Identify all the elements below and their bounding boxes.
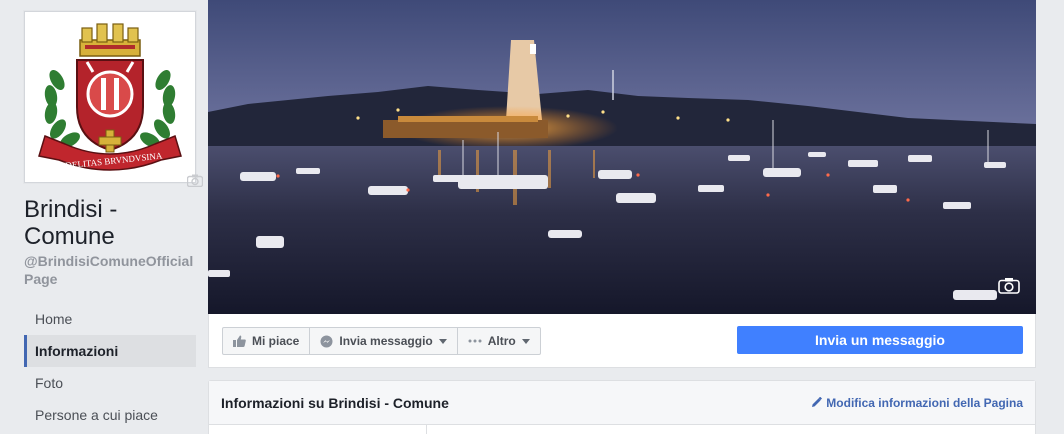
coat-of-arms-logo: FIDELITAS BRVNDVSINA (25, 12, 195, 182)
chevron-down-icon (521, 338, 530, 344)
nav-item-home[interactable]: Home (24, 303, 196, 335)
page-nav: Home Informazioni Foto Persone a cui pia… (24, 303, 196, 431)
about-card-header: Informazioni su Brindisi - Comune Modifi… (209, 381, 1035, 425)
like-label: Mi piace (252, 334, 300, 348)
about-card: Informazioni su Brindisi - Comune Modifi… (208, 380, 1036, 434)
chevron-down-icon (438, 338, 447, 344)
nav-item-persone[interactable]: Persone a cui piace (24, 399, 196, 431)
edit-page-info-label: Modifica informazioni della Pagina (826, 395, 1023, 410)
about-card-body (209, 425, 1035, 434)
more-label: Altro (487, 334, 516, 348)
edit-page-info-link[interactable]: Modifica informazioni della Pagina (811, 396, 1023, 410)
messenger-icon (320, 335, 333, 348)
send-a-message-button[interactable]: Invia un messaggio (737, 326, 1023, 354)
nav-item-informazioni[interactable]: Informazioni (24, 335, 196, 367)
camera-icon[interactable] (998, 277, 1020, 294)
ellipsis-icon (468, 339, 482, 343)
column-divider (426, 425, 427, 434)
thumbs-up-icon (233, 335, 246, 347)
send-message-label: Invia messaggio (339, 334, 433, 348)
left-column: FIDELITAS BRVNDVSINA Brindisi - Comune @… (0, 0, 208, 434)
like-button[interactable]: Mi piace (223, 328, 311, 354)
send-message-button[interactable]: Invia messaggio (310, 328, 458, 354)
action-button-group: Mi piace Invia messaggio Altro (222, 327, 541, 355)
more-button[interactable]: Altro (458, 328, 540, 354)
page-handle[interactable]: @BrindisiComuneOfficialPage (24, 252, 200, 288)
nav-item-foto[interactable]: Foto (24, 367, 196, 399)
cover-photo[interactable] (208, 0, 1036, 314)
page-title: Brindisi - Comune (24, 196, 118, 250)
pencil-icon (811, 397, 823, 408)
cover-image-harbor-night (208, 0, 1036, 314)
about-title: Informazioni su Brindisi - Comune (221, 394, 449, 411)
page-action-bar: Mi piace Invia messaggio Altro Invia un … (208, 314, 1036, 368)
profile-picture[interactable]: FIDELITAS BRVNDVSINA (24, 11, 203, 187)
